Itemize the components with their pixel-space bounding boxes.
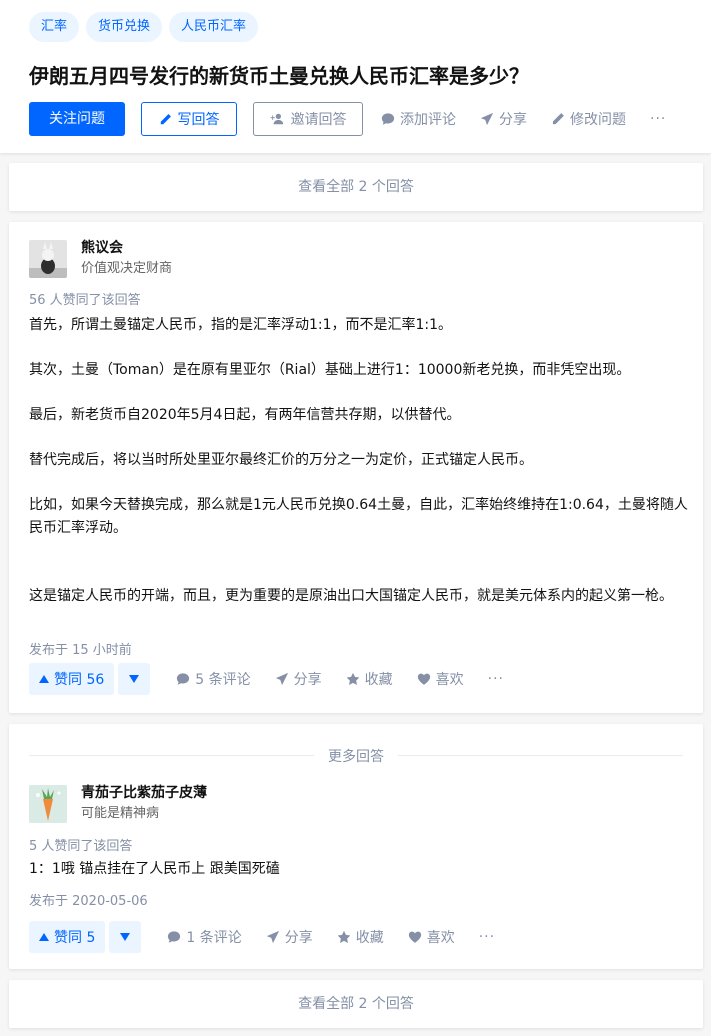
star-icon	[346, 672, 359, 685]
triangle-up-icon	[39, 675, 49, 683]
invite-answer-label: 邀请回答	[290, 112, 347, 128]
collect-button[interactable]: 收藏	[346, 669, 393, 689]
collect-button[interactable]: 收藏	[337, 927, 384, 947]
answer-content: 首先，所谓土曼锚定人民币，指的是汇率浮动1:1，而不是汇率1:1。 其次，土曼（…	[29, 314, 689, 630]
posted-time[interactable]: 发布于 15 小时前	[29, 639, 132, 658]
answer-author: 青茄子比紫茄子皮薄 可能是精神病	[29, 784, 207, 823]
invite-answer-button[interactable]: 邀请回答	[253, 102, 363, 136]
avatar[interactable]	[29, 784, 67, 823]
comment-icon	[177, 673, 190, 685]
answer-action-bar: 赞同 5 1 条评论 分享 收藏 喜欢 ···	[29, 921, 495, 953]
topic-tag[interactable]: 货币兑换	[86, 12, 163, 42]
view-all-answers-link[interactable]: 查看全部 2 个回答	[9, 163, 703, 211]
follow-question-button[interactable]: 关注问题	[29, 102, 125, 136]
pencil-icon	[552, 113, 564, 125]
topic-tag[interactable]: 汇率	[29, 12, 80, 42]
star-icon	[337, 930, 351, 943]
add-user-icon	[270, 113, 283, 125]
question-header: 汇率 货币兑换 人民币汇率 伊朗五月四号发行的新货币土曼兑换人民币汇率是多少？ …	[0, 0, 711, 153]
author-bio: 可能是精神病	[81, 806, 160, 821]
share-button[interactable]: 分享	[266, 927, 313, 947]
more-options-button[interactable]: ···	[650, 111, 666, 127]
triangle-up-icon	[39, 933, 49, 941]
comments-button[interactable]: 1 条评论	[167, 927, 242, 947]
like-button[interactable]: 喜欢	[417, 669, 464, 689]
comment-icon	[168, 931, 181, 943]
view-all-answers-card[interactable]: 查看全部 2 个回答	[9, 980, 703, 1028]
author-name[interactable]: 青茄子比紫茄子皮薄	[81, 784, 207, 802]
answer-paragraph: 比如，如果今天替换完成，那么就是1元人民币兑换0.64土曼，自此，汇率始终维持在…	[29, 497, 688, 536]
answer-more-button[interactable]: ···	[488, 671, 504, 687]
avatar[interactable]	[29, 239, 67, 278]
triangle-down-icon	[120, 933, 131, 941]
share-icon	[480, 112, 494, 126]
answer-more-button[interactable]: ···	[479, 929, 495, 945]
view-all-answers-card[interactable]: 查看全部 2 个回答	[9, 163, 703, 211]
author-name[interactable]: 熊议会	[81, 239, 172, 257]
write-answer-label: 写回答	[177, 112, 220, 128]
heart-icon	[408, 931, 421, 943]
answer-paragraph: 这是锚定人民币的开端，而且，更为重要的是原油出口大国锚定人民币，就是美元体系内的…	[29, 588, 673, 604]
question-title: 伊朗五月四号发行的新货币土曼兑换人民币汇率是多少？	[29, 64, 529, 88]
upvote-count-text: 56 人赞同了该回答	[29, 293, 141, 308]
posted-time[interactable]: 发布于 2020-05-06	[29, 890, 148, 909]
answer-paragraph: 首先，所谓土曼锚定人民币，指的是汇率浮动1:1，而不是汇率1:1。	[29, 317, 453, 333]
topic-tag[interactable]: 人民币汇率	[169, 12, 259, 42]
upvote-count-text: 5 人赞同了该回答	[29, 839, 133, 854]
like-button[interactable]: 喜欢	[408, 927, 455, 947]
answer-card: 熊议会 价值观决定财商 56 人赞同了该回答 首先，所谓土曼锚定人民币，指的是汇…	[9, 222, 703, 713]
triangle-down-icon	[129, 675, 140, 683]
add-comment-button[interactable]: 添加评论	[381, 109, 456, 129]
answer-paragraph: 其次，土曼（Toman）是在原有里亚尔（Rial）基础上进行1：10000新老兑…	[29, 362, 631, 378]
edit-question-button[interactable]: 修改问题	[551, 109, 626, 129]
heart-icon	[417, 673, 430, 685]
downvote-button[interactable]	[118, 663, 151, 695]
more-answers-heading: 更多回答	[9, 746, 703, 766]
question-actions: 关注问题 写回答 邀请回答 添加评论 分享 修改问题 ···	[29, 102, 666, 136]
answer-paragraph: 1：1哦 锚点挂在了人民币上 跟美国死磕	[29, 861, 280, 877]
answer-paragraph: 最后，新老货币自2020年5月4日起，有两年信营共存期，以供替代。	[29, 407, 461, 423]
share-icon	[275, 672, 288, 686]
share-icon	[266, 930, 279, 944]
share-question-button[interactable]: 分享	[480, 109, 527, 129]
topic-tags: 汇率 货币兑换 人民币汇率	[29, 12, 259, 42]
downvote-button[interactable]	[109, 921, 142, 953]
answer-author: 熊议会 价值观决定财商	[29, 239, 172, 278]
author-bio: 价值观决定财商	[81, 261, 173, 276]
more-answers-card: 更多回答 青茄子比紫茄子皮薄 可能是精神病 5 人赞同了该回答 1：1哦 锚点挂…	[9, 724, 703, 969]
upvote-button[interactable]: 赞同 56	[29, 663, 115, 695]
answer-action-bar: 赞同 56 5 条评论 分享 收藏 喜欢 ···	[29, 663, 504, 695]
write-answer-button[interactable]: 写回答	[141, 102, 237, 136]
comment-icon	[381, 113, 395, 125]
share-button[interactable]: 分享	[275, 669, 322, 689]
view-all-answers-link[interactable]: 查看全部 2 个回答	[9, 980, 703, 1028]
pencil-icon	[160, 113, 171, 124]
upvote-button[interactable]: 赞同 5	[29, 921, 106, 953]
answer-paragraph: 替代完成后，将以当时所处里亚尔最终汇价的万分之一为定价，正式锚定人民币。	[29, 452, 533, 468]
comments-button[interactable]: 5 条评论	[176, 669, 251, 689]
